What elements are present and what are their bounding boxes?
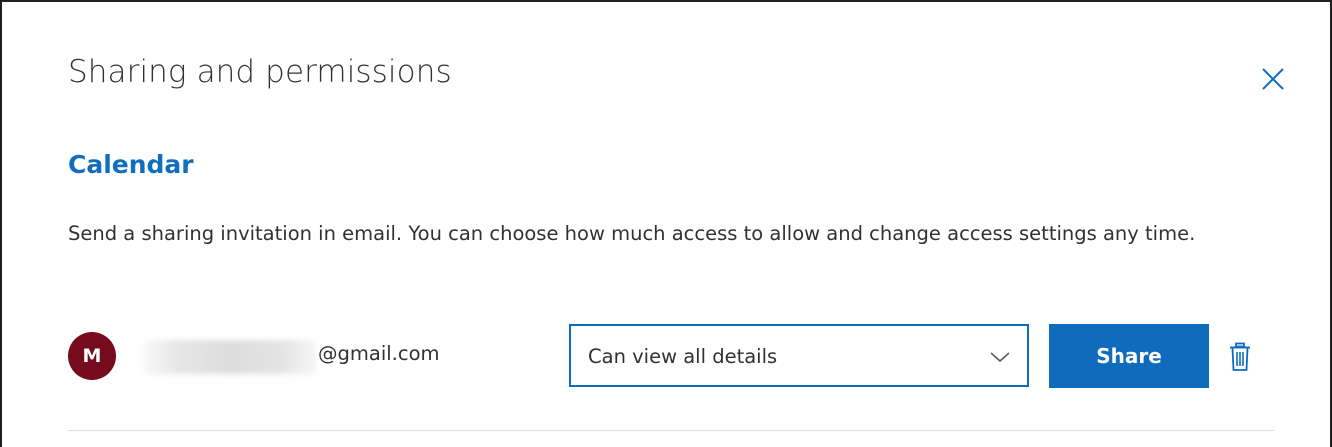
invite-row: M @gmail.com Can view all details Share: [2, 322, 1332, 392]
avatar: M: [68, 332, 116, 380]
sharing-description: Send a sharing invitation in email. You …: [68, 222, 1196, 245]
close-icon[interactable]: [1258, 64, 1288, 94]
dialog-title: Sharing and permissions: [68, 54, 452, 90]
permission-selected-value: Can view all details: [588, 345, 778, 368]
email-domain: @gmail.com: [318, 342, 440, 365]
permission-dropdown[interactable]: Can view all details: [569, 324, 1029, 387]
trash-icon[interactable]: [1228, 342, 1252, 372]
share-button[interactable]: Share: [1049, 324, 1209, 388]
sharing-dialog: Sharing and permissions Calendar Send a …: [0, 0, 1332, 447]
section-title-calendar: Calendar: [68, 150, 194, 179]
chevron-down-icon: [989, 349, 1011, 363]
avatar-initial: M: [82, 345, 102, 367]
redacted-email-local-part: [144, 340, 316, 374]
divider: [68, 430, 1274, 431]
